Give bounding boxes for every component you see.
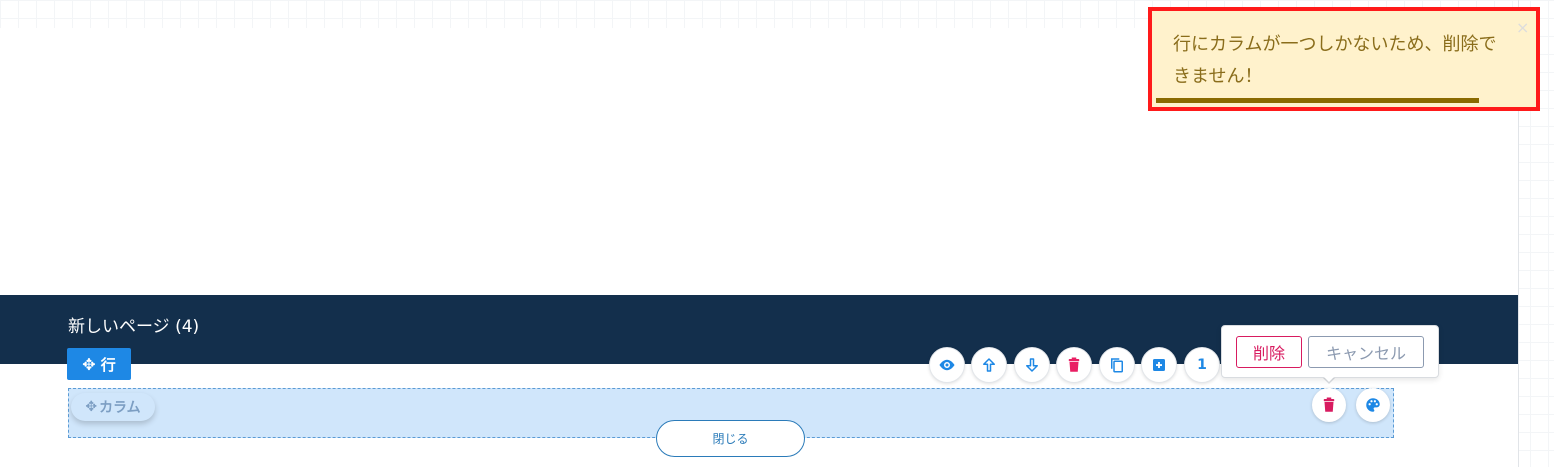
move-icon: ✥ xyxy=(82,354,96,374)
move-icon: ✥ xyxy=(85,399,98,415)
popover-arrow-fill xyxy=(1323,376,1335,382)
delete-row-button[interactable] xyxy=(1056,347,1092,383)
column-drag-handle[interactable]: ✥ カラム xyxy=(71,393,155,421)
trash-icon xyxy=(1323,397,1335,412)
toast-progress-bar xyxy=(1156,98,1479,103)
toast-close-button[interactable]: × xyxy=(1516,18,1529,37)
trash-icon xyxy=(1068,357,1080,372)
column-style-button[interactable] xyxy=(1356,388,1390,422)
palette-icon xyxy=(1366,398,1380,412)
confirm-delete-button[interactable]: 削除 xyxy=(1236,336,1302,368)
eye-icon xyxy=(939,359,955,371)
plus-square-icon xyxy=(1153,359,1165,371)
close-button[interactable]: 閉じる xyxy=(656,420,805,457)
toast-message: 行にカラムが一つしかないため、削除できません！ xyxy=(1173,34,1497,87)
toggle-visibility-button[interactable] xyxy=(929,347,965,383)
cancel-delete-button[interactable]: キャンセル xyxy=(1308,336,1424,368)
column-count-number: 1 xyxy=(1197,357,1207,373)
row-drag-handle[interactable]: ✥ 行 xyxy=(67,348,131,380)
delete-column-button[interactable] xyxy=(1312,388,1346,422)
delete-confirm-popover: 削除 キャンセル xyxy=(1221,325,1439,378)
column-tag-label: カラム xyxy=(99,400,141,416)
move-row-down-button[interactable] xyxy=(1014,347,1050,383)
row-tag-label: 行 xyxy=(100,355,116,374)
move-row-up-button[interactable] xyxy=(971,347,1007,383)
page-title: 新しいページ (4) xyxy=(68,317,200,337)
copy-icon xyxy=(1111,358,1123,373)
column-count-button[interactable]: 1 xyxy=(1184,347,1220,383)
arrow-up-icon xyxy=(983,358,995,372)
arrow-down-icon xyxy=(1026,358,1038,372)
warning-toast: 行にカラムが一つしかないため、削除できません！ xyxy=(1148,7,1540,111)
add-column-button[interactable] xyxy=(1141,347,1177,383)
duplicate-row-button[interactable] xyxy=(1099,347,1135,383)
